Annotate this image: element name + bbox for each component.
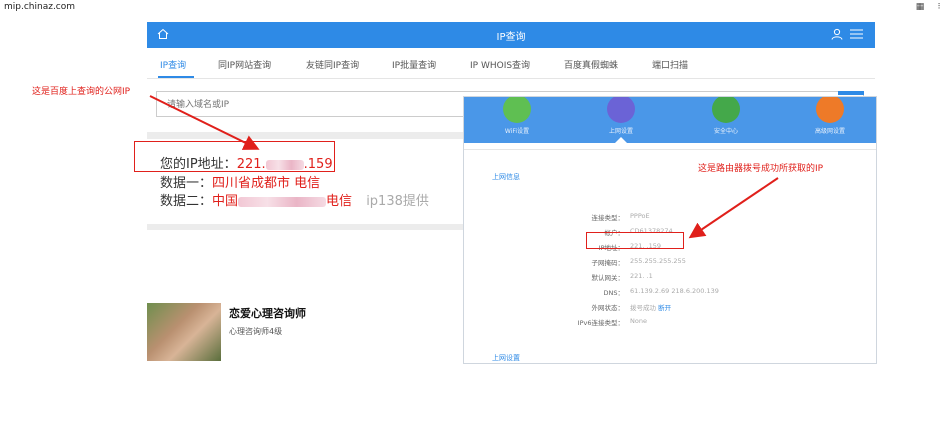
annotation-arrows [149,95,779,239]
arrow-left [149,95,260,150]
arrow-right [688,177,779,239]
